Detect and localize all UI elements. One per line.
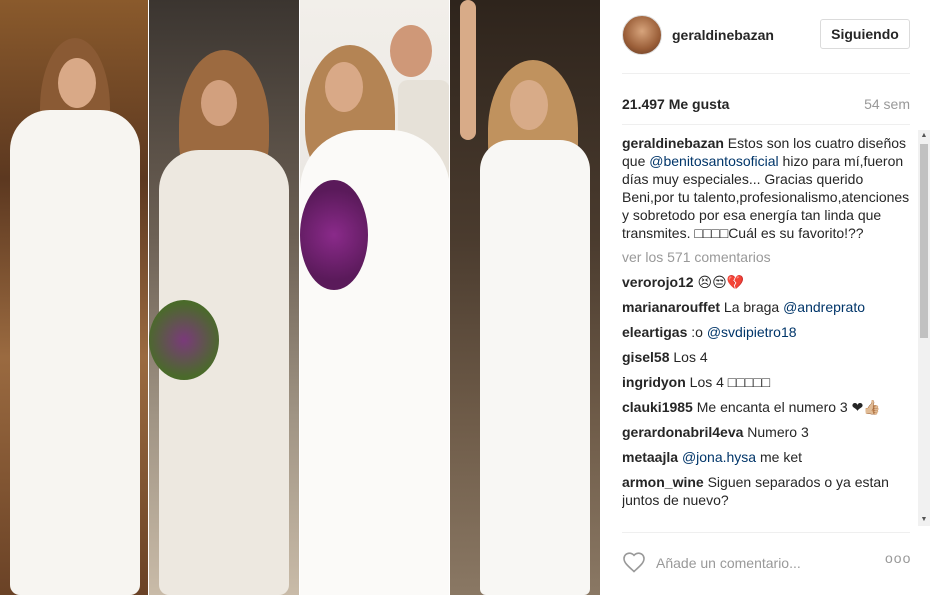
photo-dress — [479, 140, 590, 595]
comment-username[interactable]: gisel58 — [622, 349, 669, 365]
comment: gisel58 Los 4 — [622, 348, 912, 366]
username[interactable]: geraldinebazan — [672, 27, 774, 43]
scroll-up-arrow-icon[interactable]: ▲ — [918, 130, 930, 142]
more-options-icon[interactable]: ooo — [885, 550, 911, 566]
header-divider — [622, 73, 910, 74]
comment: eleartigas :o @svdipietro18 — [622, 323, 912, 341]
caption-username[interactable]: geraldinebazan — [622, 135, 724, 151]
comment-text: :o — [687, 324, 707, 340]
photo-bouquet — [299, 180, 368, 290]
comment-input[interactable] — [656, 552, 876, 574]
likes-count[interactable]: 21.497 Me gusta — [622, 96, 729, 112]
photo-dress — [10, 110, 140, 595]
photo-face — [58, 58, 96, 108]
photo-panel-3 — [299, 0, 449, 595]
post-sidebar: geraldinebazan Siguiendo 21.497 Me gusta… — [600, 0, 933, 595]
comments-scrollbar[interactable]: ▲ ▼ — [918, 130, 930, 526]
post-photo[interactable] — [0, 0, 600, 595]
photo-panel-4 — [449, 0, 600, 595]
likes-divider — [622, 124, 910, 125]
photo-groom-face — [389, 25, 432, 77]
comment-username[interactable]: gerardonabril4eva — [622, 424, 743, 440]
comment: gerardonabril4eva Numero 3 — [622, 423, 912, 441]
comment-username[interactable]: marianarouffet — [622, 299, 720, 315]
comment-username[interactable]: eleartigas — [622, 324, 687, 340]
scroll-down-arrow-icon[interactable]: ▼ — [918, 514, 930, 526]
comment-username[interactable]: verorojo12 — [622, 274, 694, 290]
photo-panel-1 — [0, 0, 149, 595]
view-all-comments-link[interactable]: ver los 571 comentarios — [622, 248, 912, 266]
comment: verorojo12 😣😒💔 — [622, 273, 912, 291]
photo-face — [509, 80, 548, 130]
comment-username[interactable]: clauki1985 — [622, 399, 693, 415]
comment-text: Los 4 — [669, 349, 708, 365]
following-button[interactable]: Siguiendo — [820, 19, 910, 49]
comment-mention[interactable]: @andreprato — [783, 299, 865, 315]
comment-text: 😣😒💔 — [693, 274, 745, 290]
scrollbar-thumb[interactable] — [920, 144, 928, 338]
photo-bouquet — [149, 300, 220, 380]
comment-mention[interactable]: @jona.hysa — [682, 449, 756, 465]
caption-emojis: □□□□ — [694, 225, 729, 241]
comment-username[interactable]: ingridyon — [622, 374, 686, 390]
footer-divider — [622, 532, 910, 533]
comment-text: Me encanta el numero 3 ❤👍🏼 — [692, 399, 881, 415]
comment-text: Numero 3 — [743, 424, 809, 440]
post-time[interactable]: 54 sem — [864, 96, 910, 112]
photo-panel-2 — [149, 0, 299, 595]
comment: clauki1985 Me encanta el numero 3 ❤👍🏼 — [622, 398, 912, 416]
comment: armon_wine Siguen separados o ya estan j… — [622, 473, 912, 509]
avatar[interactable] — [622, 15, 662, 55]
comment-mention[interactable]: @svdipietro18 — [707, 324, 797, 340]
heart-outline-icon[interactable] — [622, 551, 646, 575]
photo-face — [324, 62, 363, 112]
comment-text: La braga — [720, 299, 784, 315]
comment: metaajla @jona.hysa me ket — [622, 448, 912, 466]
post-footer: ooo — [600, 540, 933, 585]
comment: marianarouffet La braga @andreprato — [622, 298, 912, 316]
post-header: geraldinebazan Siguiendo — [600, 0, 933, 70]
comment-text: me ket — [756, 449, 802, 465]
comment-username[interactable]: metaajla — [622, 449, 678, 465]
comments-list: geraldinebazan Estos son los cuatro dise… — [622, 134, 912, 526]
comment: ingridyon Los 4 □□□□□ — [622, 373, 912, 391]
caption-text: Cuál es su favorito!?? — [728, 225, 864, 241]
comment-username[interactable]: armon_wine — [622, 474, 704, 490]
post-caption: geraldinebazan Estos son los cuatro dise… — [622, 134, 912, 242]
caption-mention[interactable]: @benitosantosoficial — [649, 153, 778, 169]
photo-arm — [459, 0, 476, 140]
comment-text: Los 4 □□□□□ — [685, 374, 771, 390]
